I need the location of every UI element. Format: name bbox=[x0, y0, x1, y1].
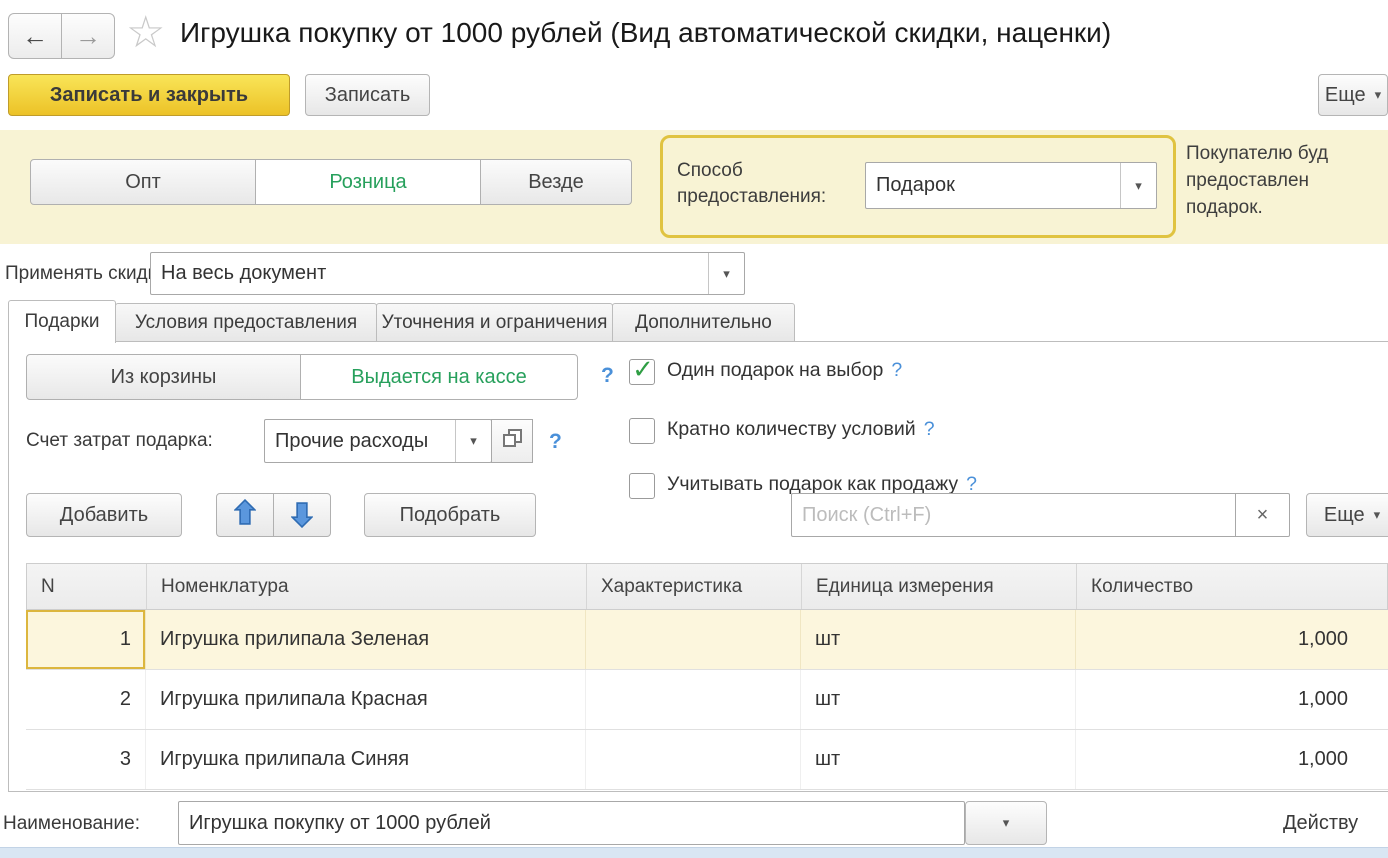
more-label: Еще bbox=[1324, 504, 1365, 527]
column-header-unit[interactable]: Единица измерения bbox=[802, 564, 1077, 609]
cell-characteristic[interactable] bbox=[586, 730, 801, 789]
cost-account-help-icon[interactable]: ? bbox=[549, 430, 562, 454]
dropdown-arrow-icon: ▾ bbox=[1003, 815, 1010, 831]
dropdown-arrow-icon: ▾ bbox=[1375, 87, 1382, 103]
tab-provision-conditions[interactable]: Условия предоставления bbox=[115, 303, 377, 342]
scope-opt-button[interactable]: Опт bbox=[30, 159, 256, 205]
discount-kind-form-window: ← → ☆ Игрушка покупку от 1000 рублей (Ви… bbox=[0, 0, 1388, 858]
cost-account-value: Прочие расходы bbox=[265, 420, 455, 462]
page-title: Игрушка покупку от 1000 рублей (Вид авто… bbox=[180, 17, 1111, 49]
move-down-icon bbox=[291, 502, 313, 528]
scope-panel: Опт Розница Везде Способ предоставления:… bbox=[0, 130, 1388, 244]
scope-segmented-control: Опт Розница Везде bbox=[30, 159, 632, 205]
apply-discount-label: Применять скидку: bbox=[5, 263, 171, 285]
provision-method-highlight-box: Способ предоставления: Подарок ▾ bbox=[660, 135, 1176, 238]
add-row-button[interactable]: Добавить bbox=[26, 493, 182, 537]
gift-source-segmented-control: Из корзины Выдается на кассе bbox=[26, 354, 578, 400]
checkbox-box[interactable]: ✓ bbox=[629, 359, 655, 385]
favorite-star-icon[interactable]: ☆ bbox=[126, 11, 165, 55]
navigation-history-group: ← → bbox=[8, 13, 115, 59]
gifts-table: N Номенклатура Характеристика Единица из… bbox=[26, 563, 1388, 790]
pick-button[interactable]: Подобрать bbox=[364, 493, 536, 537]
cell-quantity[interactable]: 1,000 bbox=[1076, 670, 1388, 729]
column-header-quantity[interactable]: Количество bbox=[1077, 564, 1387, 609]
help-icon[interactable]: ? bbox=[924, 418, 935, 441]
cell-n[interactable]: 3 bbox=[26, 730, 146, 789]
cell-characteristic[interactable] bbox=[586, 610, 801, 669]
gifts-tab-panel: Из корзины Выдается на кассе ? Счет затр… bbox=[8, 341, 1388, 792]
gift-source-at-checkout-button[interactable]: Выдается на кассе bbox=[300, 354, 578, 400]
back-arrow-icon: ← bbox=[22, 21, 48, 52]
forward-button[interactable]: → bbox=[61, 13, 115, 59]
cell-unit[interactable]: шт bbox=[801, 610, 1076, 669]
search-input[interactable] bbox=[791, 493, 1236, 537]
provision-method-select[interactable]: Подарок ▾ bbox=[865, 162, 1157, 209]
checkbox-one-gift-choice[interactable]: ✓ Один подарок на выбор ? bbox=[629, 359, 902, 385]
gift-source-help-icon[interactable]: ? bbox=[601, 364, 614, 388]
save-and-close-button[interactable]: Записать и закрыть bbox=[8, 74, 290, 116]
cell-n[interactable]: 1 bbox=[26, 610, 146, 669]
table-row[interactable]: 2 Игрушка прилипала Красная шт 1,000 bbox=[26, 670, 1388, 730]
bottom-edge-strip bbox=[0, 847, 1388, 858]
cell-nomenclature[interactable]: Игрушка прилипала Красная bbox=[146, 670, 586, 729]
scope-roznitsa-button[interactable]: Розница bbox=[255, 159, 481, 205]
tab-clarifications-restrictions[interactable]: Уточнения и ограничения bbox=[376, 303, 613, 342]
save-button[interactable]: Записать bbox=[305, 74, 430, 116]
name-dropdown-button[interactable]: ▾ bbox=[965, 801, 1047, 845]
column-header-n[interactable]: N bbox=[27, 564, 147, 609]
column-header-characteristic[interactable]: Характеристика bbox=[587, 564, 802, 609]
gift-source-from-cart-button[interactable]: Из корзины bbox=[26, 354, 301, 400]
scope-vezde-button[interactable]: Везде bbox=[480, 159, 632, 205]
checkbox-box[interactable] bbox=[629, 418, 655, 444]
tab-gifts[interactable]: Подарки bbox=[8, 300, 116, 343]
checkbox-label: Кратно количеству условий bbox=[667, 418, 916, 441]
column-header-nomenclature[interactable]: Номенклатура bbox=[147, 564, 587, 609]
checkbox-label: Один подарок на выбор bbox=[667, 359, 883, 382]
help-icon[interactable]: ? bbox=[891, 359, 902, 382]
more-label: Еще bbox=[1325, 84, 1366, 107]
tab-additional[interactable]: Дополнительно bbox=[612, 303, 795, 342]
move-row-group bbox=[216, 493, 331, 537]
cell-nomenclature[interactable]: Игрушка прилипала Зеленая bbox=[146, 610, 586, 669]
cell-quantity[interactable]: 1,000 bbox=[1076, 610, 1388, 669]
checkbox-box[interactable] bbox=[629, 473, 655, 499]
checkbox-multiple-of-conditions[interactable]: Кратно количеству условий ? bbox=[629, 418, 935, 444]
cell-nomenclature[interactable]: Игрушка прилипала Синяя bbox=[146, 730, 586, 789]
valid-period-label: Действу bbox=[1283, 812, 1388, 835]
cost-account-label: Счет затрат подарка: bbox=[26, 430, 213, 452]
cell-characteristic[interactable] bbox=[586, 670, 801, 729]
apply-discount-select[interactable]: На весь документ ▾ bbox=[150, 252, 745, 295]
list-more-button[interactable]: Еще ▾ bbox=[1306, 493, 1388, 537]
clear-x-icon: × bbox=[1257, 504, 1269, 527]
cost-account-open-button[interactable] bbox=[491, 419, 533, 463]
provision-method-value: Подарок bbox=[866, 163, 1120, 208]
apply-discount-value: На весь документ bbox=[151, 253, 708, 294]
form-more-button[interactable]: Еще ▾ bbox=[1318, 74, 1388, 116]
table-header-row: N Номенклатура Характеристика Единица из… bbox=[26, 563, 1388, 610]
name-label: Наименование: bbox=[3, 813, 140, 835]
table-row[interactable]: 1 Игрушка прилипала Зеленая шт 1,000 bbox=[26, 610, 1388, 670]
name-input[interactable] bbox=[178, 801, 965, 845]
move-up-button[interactable] bbox=[216, 493, 274, 537]
dropdown-arrow-icon[interactable]: ▾ bbox=[708, 253, 744, 294]
back-button[interactable]: ← bbox=[8, 13, 62, 59]
cell-n[interactable]: 2 bbox=[26, 670, 146, 729]
tab-strip: Подарки Условия предоставления Уточнения… bbox=[8, 300, 908, 342]
provision-method-hint: Покупателю буд предоставлен подарок. bbox=[1186, 140, 1328, 221]
open-form-icon bbox=[501, 427, 524, 455]
provision-method-label: Способ предоставления: bbox=[677, 158, 826, 210]
dropdown-arrow-icon[interactable]: ▾ bbox=[455, 420, 491, 462]
move-down-button[interactable] bbox=[273, 493, 331, 537]
move-up-icon bbox=[234, 499, 256, 531]
cell-unit[interactable]: шт bbox=[801, 670, 1076, 729]
search-clear-button[interactable]: × bbox=[1236, 493, 1290, 537]
cost-account-select[interactable]: Прочие расходы ▾ bbox=[264, 419, 492, 463]
dropdown-arrow-icon[interactable]: ▾ bbox=[1120, 163, 1156, 208]
check-mark-icon: ✓ bbox=[632, 356, 654, 382]
cell-unit[interactable]: шт bbox=[801, 730, 1076, 789]
table-row[interactable]: 3 Игрушка прилипала Синяя шт 1,000 bbox=[26, 730, 1388, 790]
cell-quantity[interactable]: 1,000 bbox=[1076, 730, 1388, 789]
forward-arrow-icon: → bbox=[75, 21, 101, 52]
dropdown-arrow-icon: ▾ bbox=[1374, 507, 1381, 523]
